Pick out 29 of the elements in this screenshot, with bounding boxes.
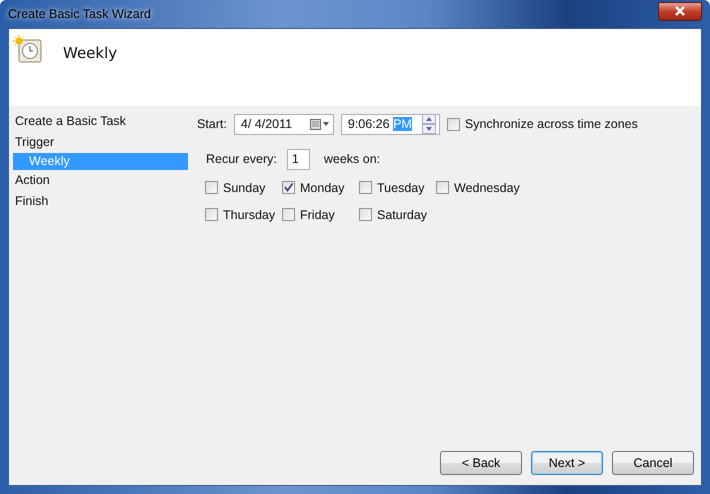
day-checkbox[interactable]: Wednesday	[436, 177, 520, 198]
step-item[interactable]: Finish	[11, 191, 188, 212]
sync-checkbox[interactable]: Synchronize across time zones	[446, 117, 638, 131]
day-checkbox[interactable]: Thursday	[205, 204, 282, 225]
close-icon	[674, 6, 686, 16]
day-checkbox[interactable]: Tuesday	[359, 177, 436, 198]
calendar-dropdown-icon	[310, 118, 330, 130]
day-checkbox[interactable]: Friday	[282, 204, 359, 225]
close-button[interactable]	[658, 2, 702, 20]
step-item[interactable]: Action	[11, 170, 188, 191]
date-picker[interactable]: 4/ 4/2011	[234, 114, 334, 134]
step-item[interactable]: Create a Basic Task	[11, 111, 188, 132]
clock-icon	[13, 35, 43, 65]
time-picker[interactable]: 9:06:26 PM	[340, 114, 440, 134]
day-checkbox[interactable]: Sunday	[205, 177, 282, 198]
page-title: Weekly	[63, 44, 118, 62]
checkmark-icon	[283, 182, 294, 193]
day-checkbox[interactable]: Saturday	[359, 204, 436, 225]
start-label: Start:	[197, 117, 227, 131]
wizard-button[interactable]: Next >	[531, 451, 603, 475]
window-title: Create Basic Task Wizard	[8, 7, 151, 21]
weeks-label: weeks on:	[324, 152, 380, 166]
recur-label: Recur every:	[206, 152, 277, 166]
step-item[interactable]: Trigger	[11, 132, 188, 153]
wizard-button[interactable]: < Back	[440, 451, 522, 475]
recur-input[interactable]: 1	[286, 148, 310, 170]
spinner-icon	[422, 114, 436, 134]
day-checkbox[interactable]: Monday	[282, 177, 359, 198]
wizard-button[interactable]: Cancel	[612, 451, 694, 475]
